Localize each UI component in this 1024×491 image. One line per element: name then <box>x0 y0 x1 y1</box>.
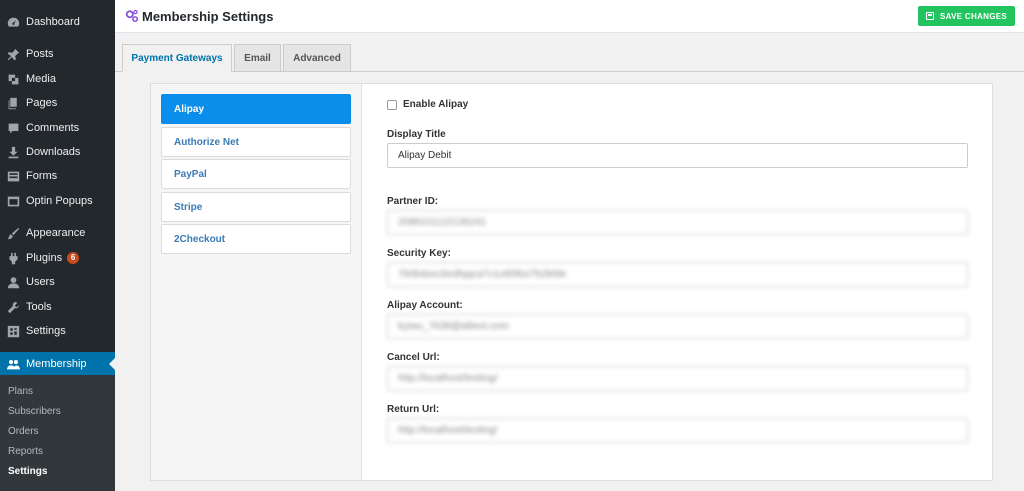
menu-item-tools[interactable]: Tools <box>0 295 115 319</box>
brush-icon <box>6 226 20 240</box>
menu-label: Media <box>26 73 56 85</box>
menu-item-users[interactable]: Users <box>0 270 115 294</box>
submenu-item-reports[interactable]: Reports <box>0 441 115 461</box>
settings-panel: Alipay Authorize Net PayPal Stripe 2Chec… <box>150 83 993 481</box>
forms-icon <box>6 169 20 183</box>
pages-icon <box>6 96 20 110</box>
tab-email[interactable]: Email <box>234 44 281 72</box>
active-menu-arrow <box>109 358 115 370</box>
menu-label: Forms <box>26 170 58 182</box>
plugins-update-badge: 6 <box>67 252 80 264</box>
enable-alipay-row: Enable Alipay <box>387 99 468 110</box>
menu-label: Plugins <box>26 252 63 264</box>
alipay-account-field[interactable] <box>387 314 968 339</box>
gateway-item-stripe[interactable]: Stripe <box>161 192 351 222</box>
menu-label: Membership <box>26 358 87 370</box>
comment-icon <box>6 121 20 135</box>
popup-icon <box>6 194 20 208</box>
menu-item-forms[interactable]: Forms <box>0 164 115 188</box>
menu-label: Comments <box>26 122 80 134</box>
menu-item-posts[interactable]: Posts <box>0 42 115 66</box>
gears-icon <box>125 9 139 23</box>
dashboard-icon <box>6 15 20 29</box>
membership-submenu: Plans Subscribers Orders Reports Setting… <box>0 375 115 491</box>
gateway-item-authorize-net[interactable]: Authorize Net <box>161 127 351 157</box>
alipay-account-label: Alipay Account: <box>387 300 463 311</box>
return-url-field[interactable] <box>387 418 968 443</box>
pin-icon <box>6 47 20 61</box>
display-title-label: Display Title <box>387 129 446 140</box>
partner-id-label: Partner ID: <box>387 196 439 207</box>
cancel-url-field[interactable] <box>387 366 968 391</box>
menu-item-plugins[interactable]: Plugins 6 <box>0 246 115 270</box>
menu-item-settings[interactable]: Settings <box>0 319 115 343</box>
page-header: Membership Settings SAVE CHANGES <box>115 0 1024 33</box>
menu-label: Downloads <box>26 146 81 158</box>
plugin-icon <box>6 251 20 265</box>
security-key-field[interactable] <box>387 262 968 287</box>
tab-payment-gateways[interactable]: Payment Gateways <box>122 44 232 72</box>
gateway-item-paypal[interactable]: PayPal <box>161 159 351 189</box>
menu-label: Users <box>26 276 55 288</box>
submenu-item-subscribers[interactable]: Subscribers <box>0 401 115 421</box>
membership-icon <box>6 357 20 371</box>
menu-label: Pages <box>26 97 58 109</box>
page-title: Membership Settings <box>142 9 274 24</box>
menu-item-downloads[interactable]: Downloads <box>0 140 115 164</box>
gateway-item-alipay[interactable]: Alipay <box>161 94 351 124</box>
menu-item-media[interactable]: Media <box>0 67 115 91</box>
menu-item-membership[interactable]: Membership <box>0 352 115 376</box>
media-icon <box>6 72 20 86</box>
partner-id-field[interactable] <box>387 210 968 235</box>
save-button-label: SAVE CHANGES <box>939 11 1007 21</box>
menu-label: Posts <box>26 48 54 60</box>
gateway-item-2checkout[interactable]: 2Checkout <box>161 224 351 254</box>
security-key-label: Security Key: <box>387 248 451 259</box>
tab-advanced[interactable]: Advanced <box>283 44 351 72</box>
menu-label: Dashboard <box>26 16 80 28</box>
user-icon <box>6 275 20 289</box>
menu-item-optin-popups[interactable]: Optin Popups <box>0 189 115 213</box>
menu-label: Tools <box>26 301 52 313</box>
menu-label: Settings <box>26 325 66 337</box>
submenu-item-orders[interactable]: Orders <box>0 421 115 441</box>
menu-item-comments[interactable]: Comments <box>0 116 115 140</box>
menu-label: Appearance <box>26 227 86 239</box>
settings-icon <box>6 324 20 338</box>
menu-item-dashboard[interactable]: Dashboard <box>0 10 115 34</box>
display-title-field[interactable] <box>387 143 968 168</box>
menu-label: Optin Popups <box>26 195 93 207</box>
download-icon <box>6 145 20 159</box>
return-url-label: Return Url: <box>387 404 440 415</box>
wrench-icon <box>6 300 20 314</box>
submenu-item-settings[interactable]: Settings <box>0 461 115 481</box>
save-changes-button[interactable]: SAVE CHANGES <box>917 6 1015 26</box>
cancel-url-label: Cancel Url: <box>387 352 440 363</box>
gateway-list: Alipay Authorize Net PayPal Stripe 2Chec… <box>151 84 362 480</box>
save-icon <box>925 12 934 20</box>
menu-item-appearance[interactable]: Appearance <box>0 221 115 245</box>
enable-alipay-label: Enable Alipay <box>403 99 469 110</box>
menu-item-pages[interactable]: Pages <box>0 91 115 115</box>
enable-alipay-checkbox[interactable] <box>387 99 397 110</box>
submenu-item-plans[interactable]: Plans <box>0 381 115 401</box>
admin-sidebar: Dashboard Posts Media Pages Comments Dow… <box>0 0 115 491</box>
